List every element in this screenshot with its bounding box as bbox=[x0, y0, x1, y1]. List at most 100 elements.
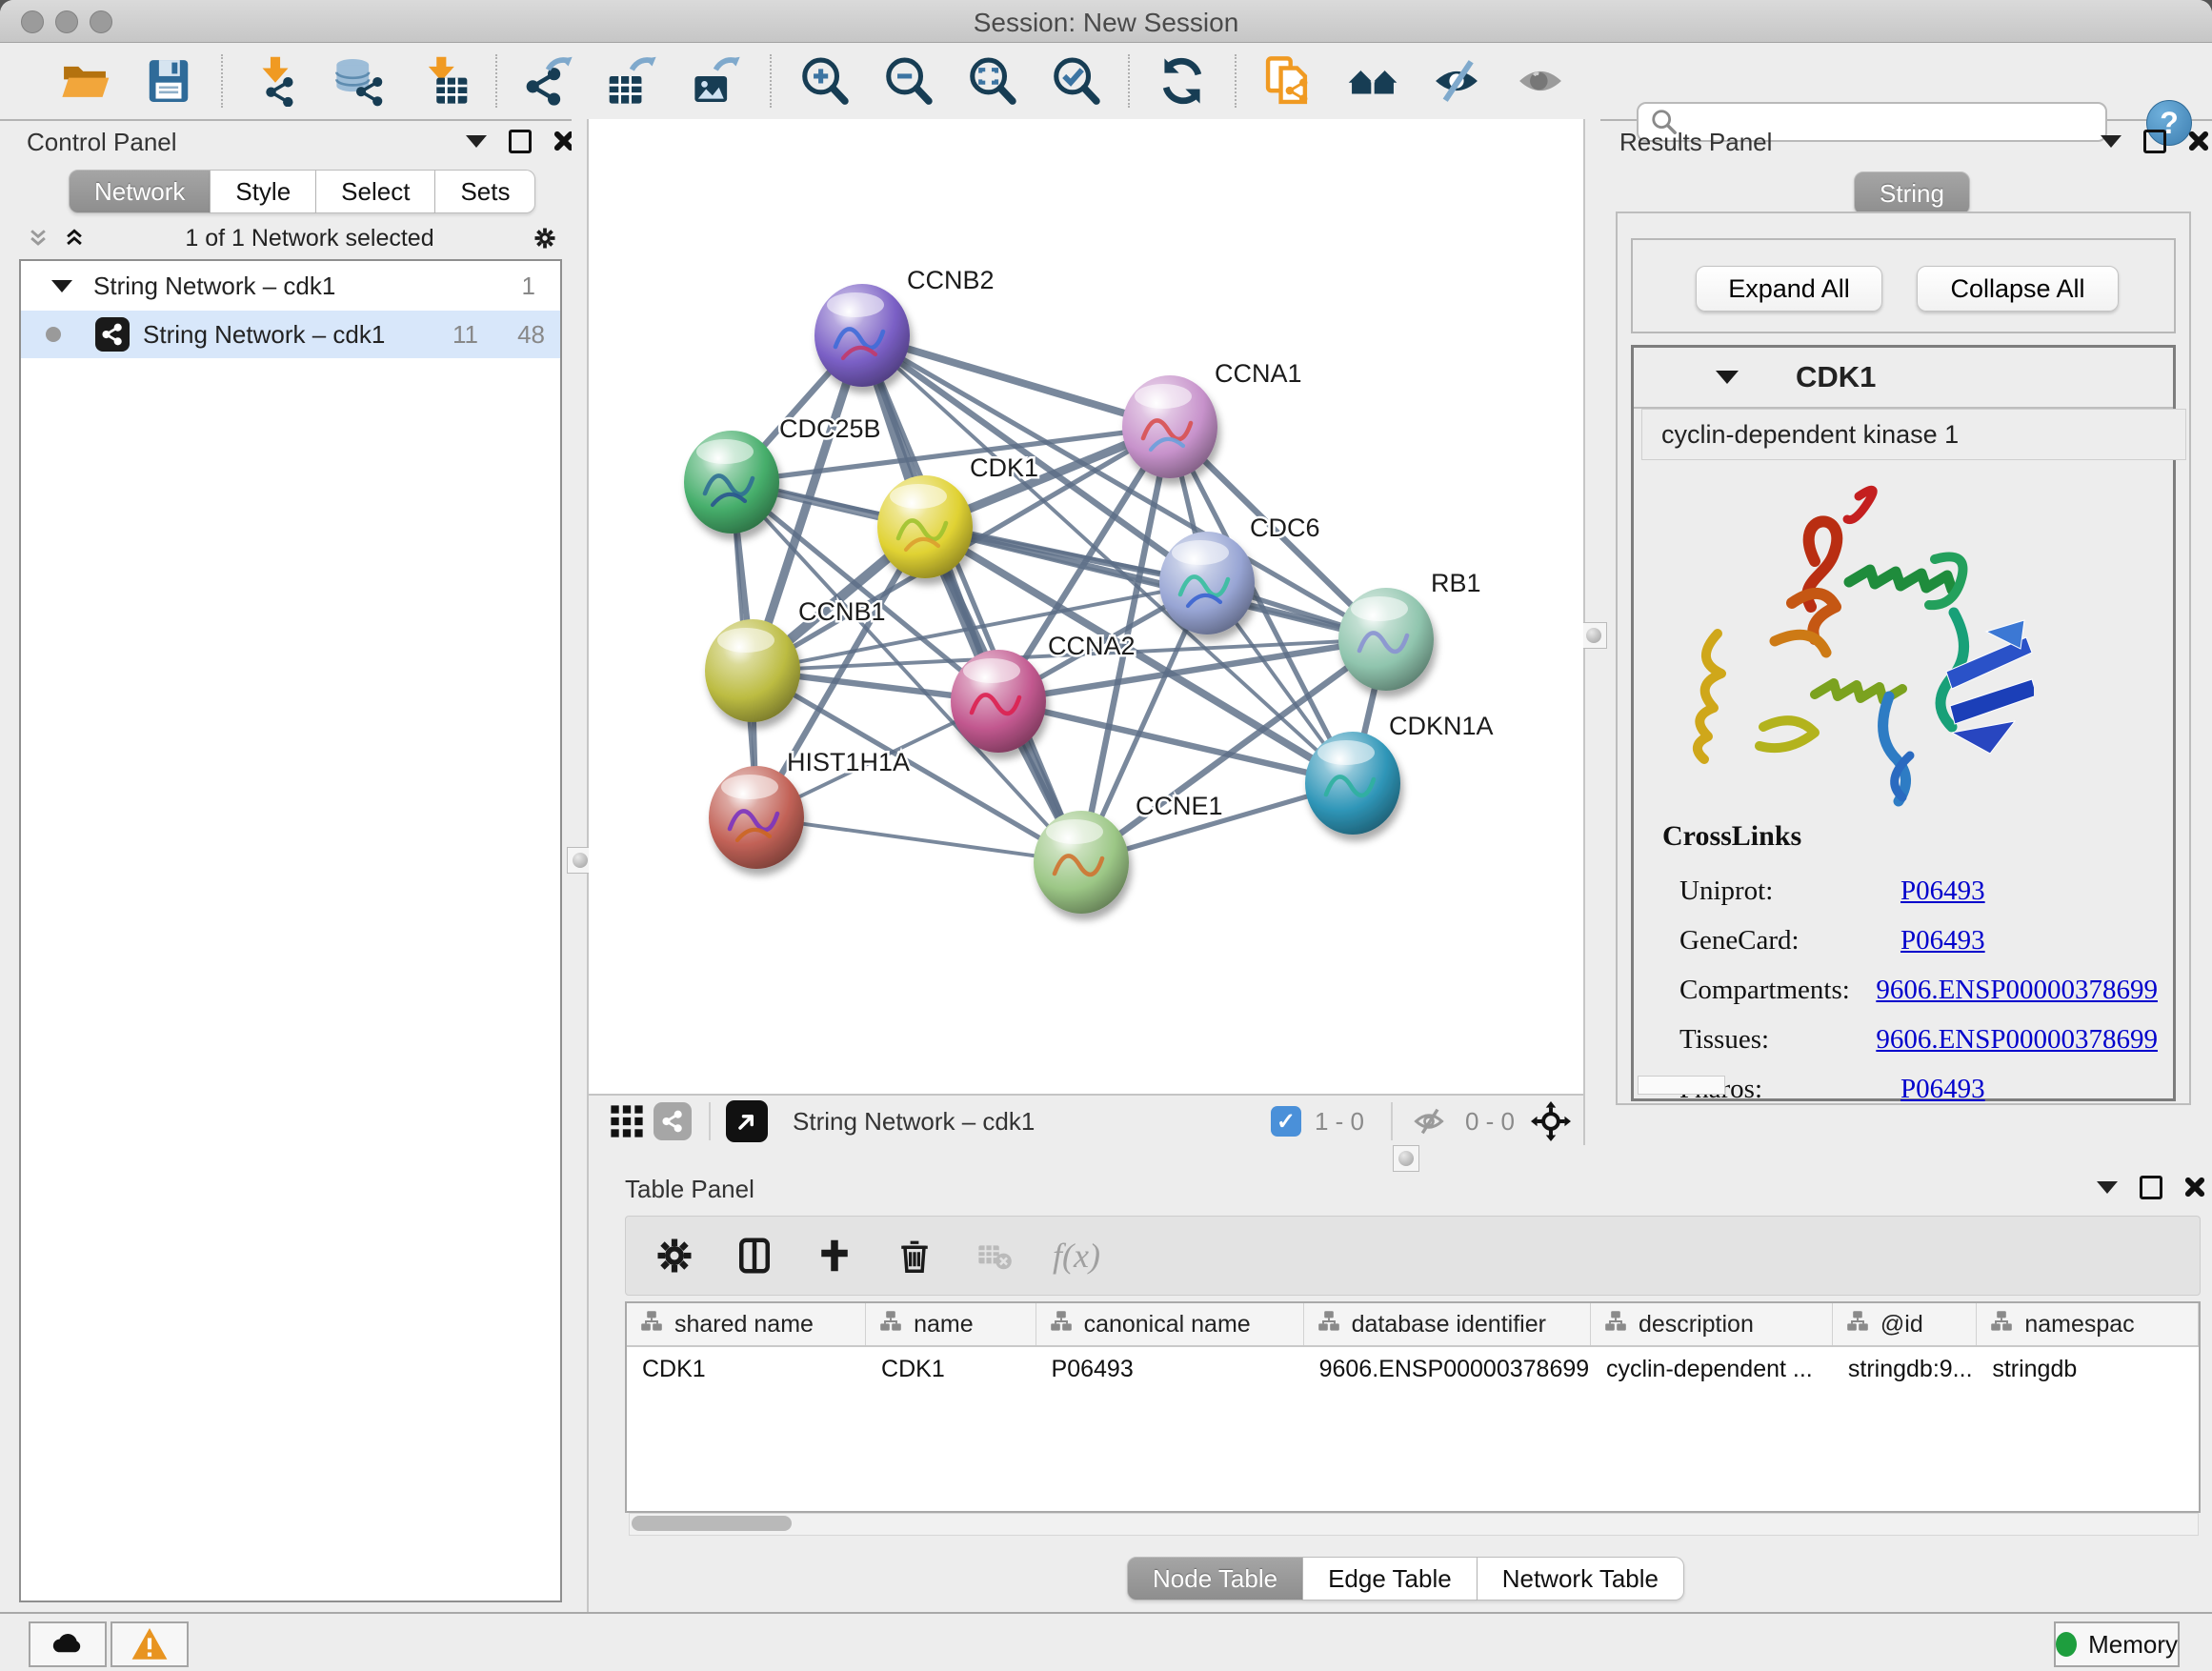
crosslink-link[interactable]: P06493 bbox=[1900, 925, 1985, 956]
network-node-CCNA2[interactable] bbox=[951, 650, 1046, 753]
memory-button[interactable]: Memory bbox=[2054, 1621, 2180, 1667]
open-session-icon[interactable] bbox=[57, 53, 112, 109]
cloud-button[interactable] bbox=[29, 1621, 107, 1667]
create-column-plus-icon[interactable] bbox=[813, 1234, 856, 1278]
export-image-icon[interactable] bbox=[690, 53, 745, 109]
export-network-icon[interactable] bbox=[522, 53, 577, 109]
table-cell[interactable]: CDK1 bbox=[866, 1347, 1036, 1391]
refresh-network-icon[interactable] bbox=[1155, 53, 1210, 109]
table-cell[interactable]: stringdb:9... bbox=[1833, 1347, 1977, 1391]
save-session-icon[interactable] bbox=[141, 53, 196, 109]
export-table-icon[interactable] bbox=[606, 53, 661, 109]
network-edge[interactable] bbox=[998, 701, 1353, 783]
panel-close-icon[interactable] bbox=[2187, 130, 2210, 152]
crosslink-link[interactable]: P06493 bbox=[1900, 1074, 1985, 1105]
zoom-selected-icon[interactable] bbox=[1048, 53, 1103, 109]
tab-style[interactable]: Style bbox=[211, 170, 316, 213]
import-table-icon[interactable] bbox=[415, 53, 471, 109]
crosslink-link[interactable]: 9606.ENSP00000378699 bbox=[1876, 975, 2158, 1006]
right-splitter[interactable] bbox=[1583, 119, 1600, 1145]
table-cell[interactable]: cyclin-dependent ... bbox=[1591, 1347, 1833, 1391]
network-node-RB1[interactable] bbox=[1338, 588, 1434, 691]
network-edge[interactable] bbox=[756, 817, 1081, 862]
zoom-out-icon[interactable] bbox=[880, 53, 935, 109]
network-collection-row[interactable]: String Network – cdk1 1 bbox=[21, 261, 560, 311]
network-node-CDC6[interactable] bbox=[1159, 532, 1255, 634]
network-canvas[interactable]: CCNB2CCNA1CDC25BCDK1CDC6RB1CCNB1CCNA2CDK… bbox=[589, 119, 1583, 1094]
table-hscrollbar-thumb[interactable] bbox=[632, 1516, 792, 1531]
network-node-CCNA1[interactable] bbox=[1122, 375, 1217, 478]
network-node-HIST1H1A[interactable] bbox=[709, 766, 804, 869]
column-header-namespac[interactable]: namespac bbox=[1977, 1303, 2199, 1345]
delete-column-trash-icon[interactable] bbox=[893, 1234, 936, 1278]
panel-float-icon[interactable] bbox=[2140, 1176, 2162, 1198]
grid-view-icon[interactable] bbox=[604, 1100, 650, 1142]
string-network-graph[interactable]: CCNB2CCNA1CDC25BCDK1CDC6RB1CCNB1CCNA2CDK… bbox=[589, 119, 1583, 1094]
left-splitter[interactable] bbox=[572, 119, 589, 1612]
fit-move-crosshair-icon[interactable] bbox=[1528, 1100, 1574, 1142]
home-icon[interactable] bbox=[1345, 53, 1400, 109]
network-node-CDK1[interactable] bbox=[877, 475, 973, 578]
column-header-shared-name[interactable]: shared name bbox=[627, 1303, 866, 1345]
warnings-button[interactable] bbox=[111, 1621, 189, 1667]
table-cell[interactable]: stringdb bbox=[1977, 1347, 2199, 1391]
section-collapse-icon[interactable] bbox=[1716, 371, 1739, 384]
column-header-name[interactable]: name bbox=[866, 1303, 1036, 1345]
panel-menu-icon[interactable] bbox=[2096, 1176, 2119, 1198]
network-node-CCNE1[interactable] bbox=[1034, 811, 1129, 914]
column-header-database-identifier[interactable]: database identifier bbox=[1304, 1303, 1591, 1345]
network-edge[interactable] bbox=[862, 335, 1170, 427]
clone-network-icon[interactable] bbox=[1261, 53, 1317, 109]
table-row[interactable]: CDK1CDK1P064939606.ENSP00000378699cyclin… bbox=[627, 1347, 2199, 1391]
birdseye-view-icon[interactable] bbox=[724, 1100, 770, 1142]
tab-sets[interactable]: Sets bbox=[435, 170, 535, 213]
collapse-all-networks-icon[interactable] bbox=[27, 227, 50, 250]
table-cell[interactable]: P06493 bbox=[1036, 1347, 1304, 1391]
tab-network[interactable]: Network bbox=[69, 170, 211, 213]
tab-edge-table[interactable]: Edge Table bbox=[1303, 1557, 1478, 1601]
collection-expand-icon[interactable] bbox=[51, 280, 72, 292]
import-network-icon[interactable] bbox=[248, 53, 303, 109]
table-hscrollbar[interactable] bbox=[629, 1513, 2199, 1536]
tab-node-table[interactable]: Node Table bbox=[1127, 1557, 1303, 1601]
network-node-CDC25B[interactable] bbox=[684, 431, 779, 534]
table-cell[interactable]: 9606.ENSP00000378699 bbox=[1304, 1347, 1591, 1391]
panel-float-icon[interactable] bbox=[2143, 130, 2166, 152]
protein-section-header[interactable]: CDK1 bbox=[1634, 348, 2173, 409]
crosslink-link[interactable]: 9606.ENSP00000378699 bbox=[1876, 1024, 2158, 1056]
import-database-icon[interactable] bbox=[332, 53, 387, 109]
tab-network-table[interactable]: Network Table bbox=[1478, 1557, 1684, 1601]
table-settings-gear-icon[interactable] bbox=[653, 1234, 696, 1278]
collapse-all-button[interactable]: Collapse All bbox=[1917, 266, 2119, 312]
table-panel-title: Table Panel bbox=[625, 1175, 754, 1204]
column-header-description[interactable]: description bbox=[1591, 1303, 1833, 1345]
network-node-CCNB2[interactable] bbox=[814, 284, 910, 387]
network-options-gear-icon[interactable] bbox=[533, 227, 556, 250]
selected-checkbox-icon[interactable]: ✓ bbox=[1271, 1106, 1301, 1137]
panel-close-icon[interactable] bbox=[2183, 1176, 2206, 1198]
panel-menu-icon[interactable] bbox=[465, 130, 488, 152]
panel-menu-icon[interactable] bbox=[2100, 130, 2122, 152]
tab-select[interactable]: Select bbox=[316, 170, 435, 213]
network-list-item[interactable]: String Network – cdk1 11 48 bbox=[21, 311, 560, 358]
show-columns-icon[interactable] bbox=[733, 1234, 776, 1278]
zoom-fit-icon[interactable] bbox=[964, 53, 1019, 109]
network-share-view-icon[interactable] bbox=[650, 1100, 695, 1142]
zoom-in-icon[interactable] bbox=[796, 53, 852, 109]
column-header-canonical-name[interactable]: canonical name bbox=[1036, 1303, 1304, 1345]
results-hscrollbar[interactable] bbox=[1638, 1076, 1725, 1095]
column-header-@id[interactable]: @id bbox=[1833, 1303, 1977, 1345]
crosslink-link[interactable]: P06493 bbox=[1900, 876, 1985, 907]
table-panel-splitter[interactable] bbox=[589, 1145, 2212, 1171]
expand-all-networks-icon[interactable] bbox=[63, 227, 86, 250]
right-splitter-handle[interactable] bbox=[1580, 622, 1607, 649]
hide-selected-icon[interactable] bbox=[1429, 53, 1484, 109]
network-node-CCNB1[interactable] bbox=[705, 619, 800, 722]
panel-float-icon[interactable] bbox=[509, 130, 532, 152]
hidden-eye-icon[interactable] bbox=[1406, 1100, 1452, 1142]
table-cell[interactable]: CDK1 bbox=[627, 1347, 866, 1391]
table-splitter-handle[interactable] bbox=[1393, 1145, 1419, 1172]
network-node-CDKN1A[interactable] bbox=[1305, 732, 1400, 835]
expand-all-button[interactable]: Expand All bbox=[1696, 266, 1882, 312]
tab-string[interactable]: String bbox=[1854, 171, 1970, 215]
